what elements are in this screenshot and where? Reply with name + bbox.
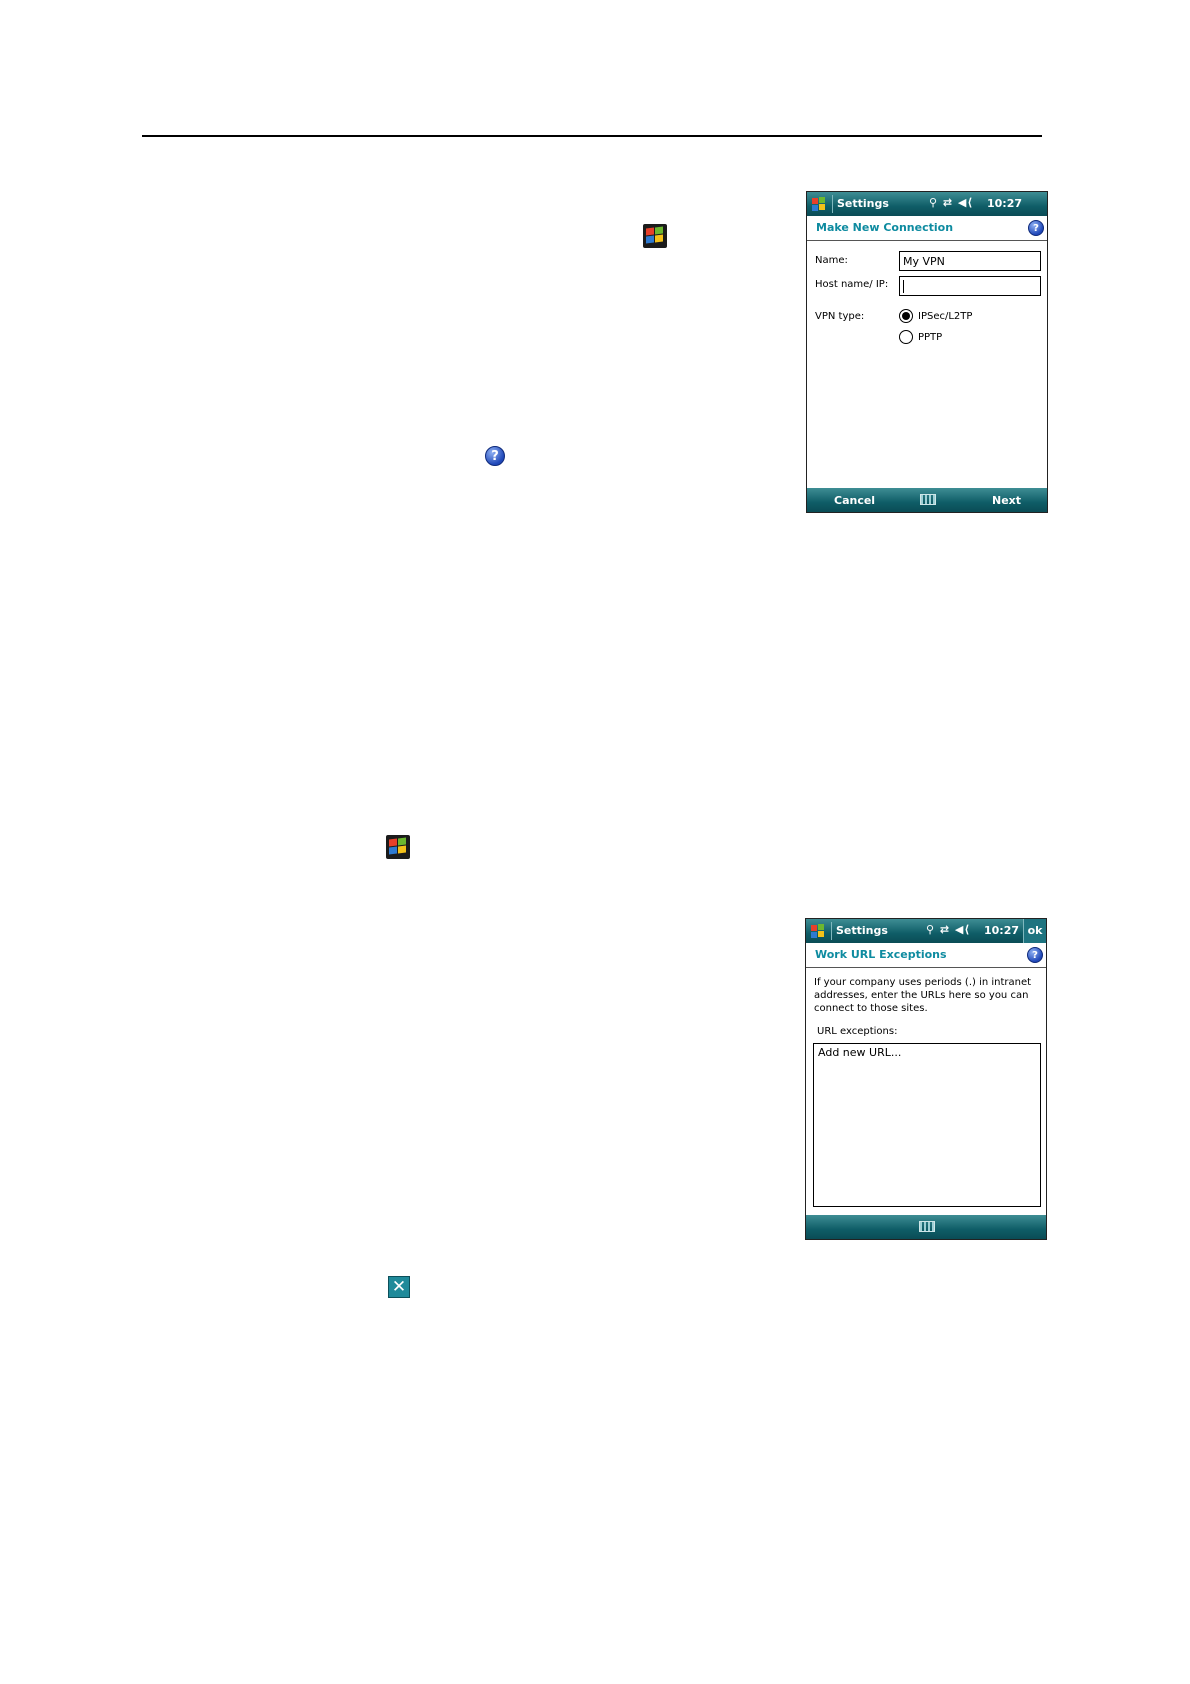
name-field[interactable]: My VPN bbox=[899, 251, 1041, 271]
add-new-url-item[interactable]: Add new URL... bbox=[818, 1046, 1036, 1059]
status-icons[interactable]: ⚲ ⇄ ◀⟨ bbox=[929, 196, 973, 209]
windows-start-icon bbox=[643, 224, 667, 248]
radio-ipsec-label[interactable]: IPSec/L2TP bbox=[918, 311, 972, 322]
keyboard-icon[interactable] bbox=[920, 494, 936, 505]
windows-start-icon bbox=[386, 835, 410, 859]
screenshot-work-url-exceptions: Settings ⚲ ⇄ ◀⟨ 10:27 ok Work URL Except… bbox=[805, 918, 1047, 1240]
app-title: Settings bbox=[837, 197, 889, 210]
ok-button[interactable]: ok bbox=[1023, 919, 1046, 943]
help-icon: ? bbox=[485, 446, 505, 466]
radio-pptp[interactable] bbox=[899, 330, 913, 344]
keyboard-icon[interactable] bbox=[919, 1221, 935, 1232]
screenshot-make-new-connection: Settings ⚲ ⇄ ◀⟨ 10:27 Make New Connectio… bbox=[806, 191, 1048, 513]
app-title: Settings bbox=[836, 924, 888, 937]
text-caret bbox=[903, 280, 904, 293]
description-text: If your company uses periods (.) in intr… bbox=[814, 977, 1032, 1014]
url-exceptions-list[interactable]: Add new URL... bbox=[813, 1043, 1041, 1207]
clock-time[interactable]: 10:27 bbox=[984, 924, 1019, 937]
vpn-type-label: VPN type: bbox=[815, 311, 865, 322]
windows-start-icon[interactable] bbox=[810, 195, 828, 213]
radio-ipsec[interactable] bbox=[899, 309, 913, 323]
title-separator bbox=[832, 195, 833, 213]
page-header: Work URL Exceptions ? bbox=[806, 943, 1046, 968]
page-title: Make New Connection bbox=[816, 221, 954, 234]
radio-pptp-label[interactable]: PPTP bbox=[918, 332, 942, 343]
cancel-button[interactable]: Cancel bbox=[834, 494, 875, 507]
status-icons[interactable]: ⚲ ⇄ ◀⟨ bbox=[926, 923, 970, 936]
header-rule bbox=[142, 135, 1042, 137]
help-icon[interactable]: ? bbox=[1028, 220, 1044, 236]
host-field[interactable] bbox=[899, 276, 1041, 296]
host-label: Host name/ IP: bbox=[815, 279, 889, 290]
softkey-bar bbox=[806, 1215, 1046, 1239]
title-separator bbox=[831, 922, 832, 940]
close-icon: ✕ bbox=[388, 1276, 410, 1298]
title-bar: Settings ⚲ ⇄ ◀⟨ 10:27 ok bbox=[806, 919, 1046, 943]
name-label: Name: bbox=[815, 255, 848, 266]
clock-time[interactable]: 10:27 bbox=[987, 197, 1022, 210]
title-bar: Settings ⚲ ⇄ ◀⟨ 10:27 bbox=[807, 192, 1047, 216]
help-icon[interactable]: ? bbox=[1027, 947, 1043, 963]
page-header: Make New Connection ? bbox=[807, 216, 1047, 241]
url-exceptions-label: URL exceptions: bbox=[817, 1026, 898, 1037]
softkey-bar: Cancel Next bbox=[807, 488, 1047, 512]
page-title: Work URL Exceptions bbox=[815, 948, 947, 961]
next-button[interactable]: Next bbox=[992, 494, 1021, 507]
windows-start-icon[interactable] bbox=[809, 922, 827, 940]
